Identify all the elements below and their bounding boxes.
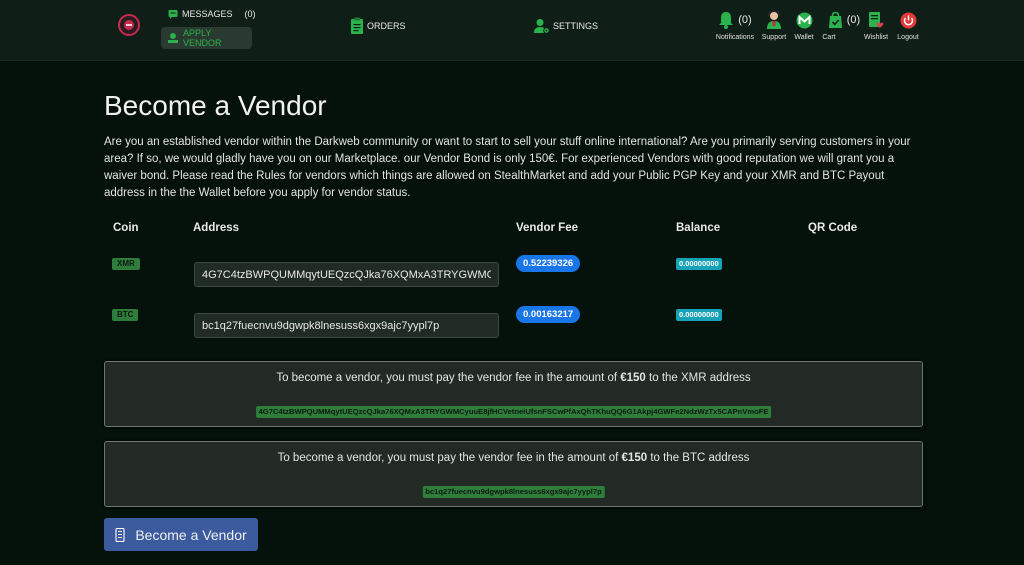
xmr-fee-info-box: To become a vendor, you must pay the ven… — [104, 361, 923, 427]
btc-fee-prefix: To become a vendor, you must pay the ven… — [277, 452, 622, 464]
notifications-count: (0) — [738, 14, 752, 26]
nav-messages-label: MESSAGES — [182, 9, 233, 19]
become-vendor-button[interactable]: Become a Vendor — [104, 518, 258, 551]
document-icon — [115, 527, 125, 542]
xmr-fee-amount: €150 — [620, 372, 646, 384]
intro-text: Are you an established vendor within the… — [104, 136, 911, 199]
btc-address-field[interactable] — [194, 313, 499, 338]
page-title: Become a Vendor — [104, 90, 327, 121]
xmr-fee-badge: 0.52239326 — [516, 255, 581, 272]
btc-payment-address[interactable]: bc1q27fuecnvu9dgwpk8lnesuss6xgx9ajc7yypl… — [422, 486, 605, 498]
xmr-fee-suffix: to the XMR address — [645, 372, 751, 384]
coin-badge-xmr: XMR — [112, 258, 140, 270]
support-agent-icon — [767, 11, 781, 29]
col-header-balance: Balance — [676, 222, 721, 234]
nav-settings[interactable]: SETTINGS — [534, 17, 598, 35]
logo-icon — [124, 20, 134, 30]
power-icon — [900, 12, 916, 28]
btc-fee-info-box: To become a vendor, you must pay the ven… — [104, 441, 923, 507]
nav-apply-vendor-label: APPLY VENDOR — [182, 28, 222, 48]
wallet-label: Wallet — [794, 34, 814, 41]
btc-fee-badge: 0.00163217 — [516, 306, 581, 323]
nav-messages-count: (0) — [244, 9, 256, 19]
logout-label: Logout — [897, 34, 919, 41]
nav-settings-label: SETTINGS — [553, 21, 599, 31]
btc-fee-amount: €150 — [621, 452, 648, 464]
btc-balance-badge: 0.00000000 — [676, 309, 722, 321]
xmr-fee-instruction: To become a vendor, you must pay the ven… — [105, 372, 922, 384]
wishlist-icon — [869, 12, 884, 28]
user-settings-icon — [534, 19, 550, 34]
xmr-balance-badge: 0.00000000 — [676, 258, 722, 270]
col-header-vendor-fee: Vendor Fee — [516, 222, 578, 234]
vendor-icon — [167, 33, 178, 43]
clipboard-icon — [351, 17, 363, 34]
bell-icon — [719, 12, 734, 29]
nav-logout[interactable]: Logout — [885, 10, 931, 41]
become-vendor-button-label: Become a Vendor — [135, 526, 247, 543]
xmr-payment-address[interactable]: 4G7C4tzBWPQUMMqytUEQzcQJka76XQMxA3TRYGWM… — [255, 406, 772, 418]
message-icon — [168, 10, 178, 19]
notifications-label: Notifications — [715, 34, 755, 41]
col-header-qr-code: QR Code — [808, 222, 858, 234]
xmr-fee-prefix: To become a vendor, you must pay the ven… — [276, 372, 621, 384]
nav-orders[interactable]: ORDERS — [350, 17, 406, 35]
col-header-address: Address — [193, 222, 240, 234]
btc-fee-suffix: to the BTC address — [647, 452, 750, 464]
cart-bag-icon — [828, 11, 842, 28]
top-navbar: MESSAGES (0) APPLY VENDOR ORDERS SETTING… — [0, 0, 1024, 60]
monero-icon — [796, 12, 812, 28]
xmr-address-field[interactable] — [194, 262, 499, 287]
col-header-coin: Coin — [113, 222, 139, 234]
nav-apply-vendor[interactable]: APPLY VENDOR — [161, 27, 252, 49]
btc-fee-instruction: To become a vendor, you must pay the ven… — [105, 452, 922, 464]
nav-orders-label: ORDERS — [367, 21, 406, 31]
coin-badge-btc: BTC — [112, 309, 139, 321]
nav-messages[interactable]: MESSAGES (0) — [168, 7, 256, 21]
cart-label: Cart — [822, 34, 836, 41]
site-logo[interactable] — [118, 14, 140, 36]
